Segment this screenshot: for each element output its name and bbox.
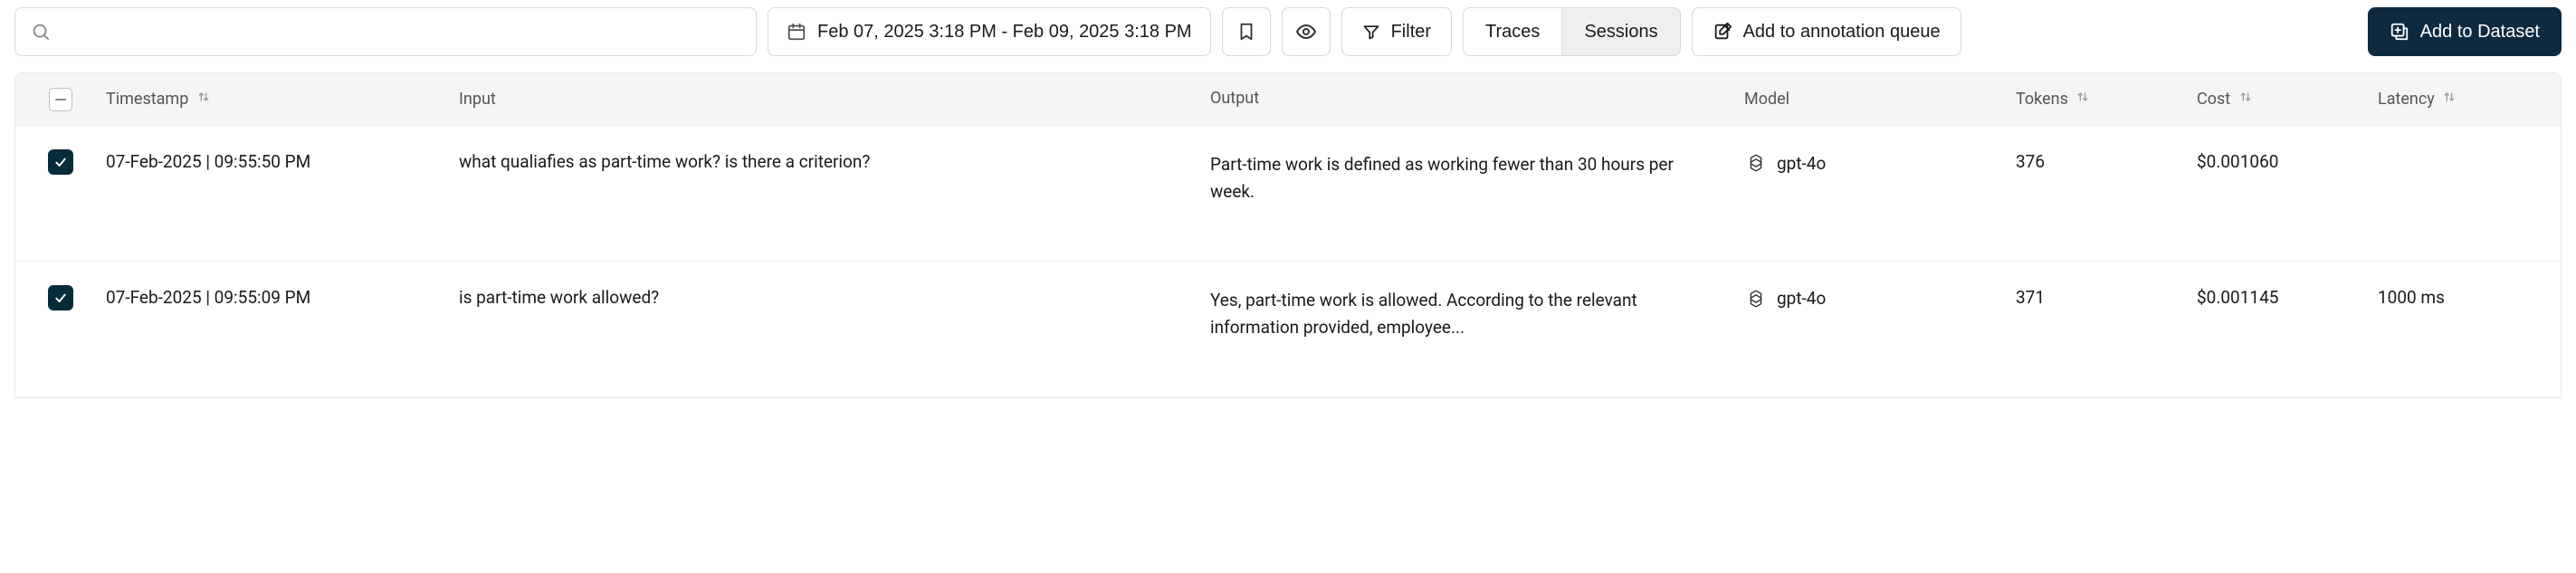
col-header-latency[interactable]: Latency [2378,90,2561,109]
sort-icon [196,90,211,109]
bookmark-button[interactable] [1222,7,1271,56]
col-header-output-label: Output [1210,89,1259,108]
col-header-model-label: Model [1744,90,1789,109]
add-to-annotation-queue-button[interactable]: Add to annotation queue [1692,7,1961,56]
table-header: Timestamp Input Output Model Tokens Cost [15,73,2561,126]
search-icon [31,22,51,42]
eye-icon [1295,21,1317,43]
search-input[interactable] [14,7,757,56]
visibility-button[interactable] [1282,7,1331,56]
row-checkbox[interactable] [48,149,73,175]
bookmark-icon [1236,22,1256,42]
tab-traces[interactable]: Traces [1464,8,1561,55]
annotation-icon [1713,22,1732,42]
calendar-icon [787,22,806,42]
view-toggle: Traces Sessions [1463,7,1681,56]
col-header-timestamp[interactable]: Timestamp [106,90,459,109]
row-checkbox[interactable] [48,285,73,310]
cell-model: gpt-4o [1744,151,2016,175]
toolbar: Feb 07, 2025 3:18 PM - Feb 09, 2025 3:18… [0,0,2576,63]
cell-tokens: 371 [2016,287,2197,308]
tab-sessions-label: Sessions [1584,22,1657,43]
search-field-wrap [14,7,757,56]
tab-sessions[interactable]: Sessions [1562,8,1679,55]
tab-traces-label: Traces [1485,22,1540,43]
openai-icon [1744,287,1768,310]
dataset-icon [2390,22,2409,42]
cell-timestamp: 07-Feb-2025 | 09:55:09 PM [106,287,459,308]
minus-icon [55,99,66,100]
select-all-checkbox[interactable] [49,88,72,111]
col-header-latency-label: Latency [2378,90,2435,109]
table-row[interactable]: 07-Feb-2025 | 09:55:09 PM is part-time w… [15,262,2561,397]
sort-icon [2075,90,2090,109]
cell-input: is part-time work allowed? [459,287,1210,308]
cell-input: what qualiafies as part-time work? is th… [459,151,1210,172]
col-header-model[interactable]: Model [1744,90,2016,109]
col-header-tokens[interactable]: Tokens [2016,90,2197,109]
col-header-cost-label: Cost [2197,90,2230,109]
cell-cost: $0.001060 [2197,151,2378,172]
cell-model-label: gpt-4o [1777,153,1826,174]
col-header-cost[interactable]: Cost [2197,90,2378,109]
filter-icon [1362,23,1380,41]
cell-output: Yes, part-time work is allowed. Accordin… [1210,287,1744,342]
date-range-label: Feb 07, 2025 3:18 PM - Feb 09, 2025 3:18… [817,22,1192,43]
cell-output: Part-time work is defined as working few… [1210,151,1744,206]
sort-icon [2442,90,2457,109]
date-range-picker[interactable]: Feb 07, 2025 3:18 PM - Feb 09, 2025 3:18… [768,7,1211,56]
openai-icon [1744,151,1768,175]
add-to-dataset-button[interactable]: Add to Dataset [2368,7,2562,56]
cell-latency: 1000 ms [2378,287,2561,308]
col-header-output[interactable]: Output [1210,86,1744,112]
annotation-label: Add to annotation queue [1743,22,1941,43]
filter-label: Filter [1391,22,1431,43]
cell-tokens: 376 [2016,151,2197,172]
cell-model-label: gpt-4o [1777,288,1826,309]
col-header-tokens-label: Tokens [2016,90,2068,109]
table-row[interactable]: 07-Feb-2025 | 09:55:50 PM what qualiafie… [15,126,2561,262]
cell-timestamp: 07-Feb-2025 | 09:55:50 PM [106,151,459,172]
cell-model: gpt-4o [1744,287,2016,310]
col-header-input[interactable]: Input [459,90,1210,109]
filter-button[interactable]: Filter [1341,7,1452,56]
cell-cost: $0.001145 [2197,287,2378,308]
sort-icon [2238,90,2253,109]
col-header-timestamp-label: Timestamp [106,90,188,109]
results-table: Timestamp Input Output Model Tokens Cost [14,72,2562,398]
col-header-input-label: Input [459,90,496,109]
dataset-label: Add to Dataset [2420,22,2540,43]
